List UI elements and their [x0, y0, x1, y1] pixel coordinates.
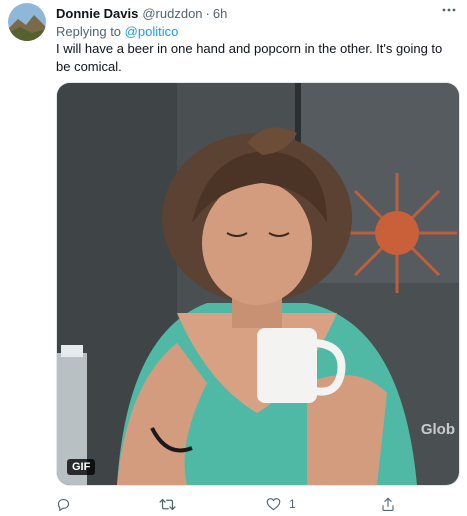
share-button[interactable] [381, 497, 395, 512]
separator-dot: · [205, 5, 210, 21]
tweet-header: Donnie Davis @rudzdon · 6h [56, 3, 455, 23]
replying-to: Replying to @politico [56, 24, 178, 39]
more-horizontal-icon [442, 8, 456, 12]
avatar[interactable] [8, 3, 46, 41]
reply-mention-link[interactable]: @politico [125, 24, 179, 39]
like-count: 1 [289, 497, 296, 511]
more-options-button[interactable] [439, 2, 459, 18]
heart-icon [266, 498, 281, 511]
replying-prefix: Replying to [56, 24, 122, 39]
like-button[interactable]: 1 [266, 497, 381, 511]
author-name[interactable]: Donnie Davis [56, 6, 138, 21]
reply-button[interactable] [56, 497, 159, 512]
tweet-actions: 1 [56, 494, 456, 514]
retweet-button[interactable] [159, 497, 266, 512]
share-icon [382, 497, 394, 511]
tweet-gif[interactable]: Glob GIF [56, 82, 460, 486]
timestamp[interactable]: 6h [213, 6, 227, 21]
retweet-icon [159, 498, 176, 510]
watermark: Glob [420, 421, 455, 438]
tweet-text: I will have a beer in one hand and popco… [56, 41, 443, 74]
gif-frame-illustration [57, 83, 459, 485]
reply-icon [57, 498, 70, 511]
author-handle[interactable]: @rudzdon [142, 6, 202, 21]
gif-badge: GIF [67, 459, 96, 475]
tweet-card[interactable]: Donnie Davis @rudzdon · 6h Replying to @… [0, 0, 467, 516]
